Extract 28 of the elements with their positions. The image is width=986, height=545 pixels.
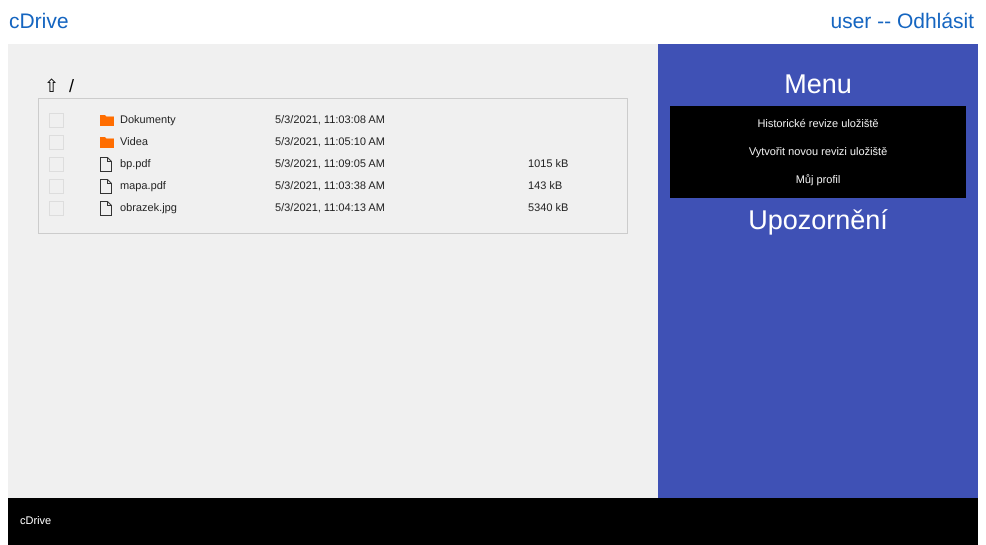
file-name[interactable]: mapa.pdf	[120, 178, 275, 194]
file-name[interactable]: Videa	[120, 134, 275, 150]
up-button[interactable]: ⇧	[44, 72, 59, 100]
menu-title: Menu	[784, 68, 852, 101]
file-size: 1015 kB	[528, 156, 568, 172]
file-icon	[100, 156, 112, 172]
folder-icon	[100, 136, 114, 148]
notifications-title: Upozornění	[748, 204, 888, 237]
menu-item[interactable]: Můj profil	[796, 166, 840, 194]
file-size: 5340 kB	[528, 200, 568, 216]
file-date: 5/3/2021, 11:03:08 AM	[275, 112, 386, 128]
file-name[interactable]: bp.pdf	[120, 156, 275, 172]
current-path: /	[69, 74, 74, 98]
file-date: 5/3/2021, 11:03:38 AM	[275, 178, 386, 194]
file-size: 143 kB	[528, 178, 562, 194]
file-name[interactable]: obrazek.jpg	[120, 200, 275, 216]
file-icon	[100, 200, 112, 216]
file-icon	[100, 178, 112, 194]
brand-title[interactable]: cDrive	[9, 6, 69, 38]
logout-link[interactable]: user -- Odhlásit	[830, 6, 977, 38]
menu-item[interactable]: Vytvořit novou revizi uložiště	[748, 138, 888, 166]
folder-icon	[100, 114, 114, 126]
file-date: 5/3/2021, 11:05:10 AM	[275, 134, 386, 150]
file-date: 5/3/2021, 11:09:05 AM	[275, 156, 386, 172]
footer-text: cDrive	[20, 514, 52, 530]
menu-item[interactable]: Historické revize uložiště	[757, 110, 879, 138]
file-name[interactable]: Dokumenty	[120, 112, 275, 128]
file-date: 5/3/2021, 11:04:13 AM	[275, 200, 386, 216]
